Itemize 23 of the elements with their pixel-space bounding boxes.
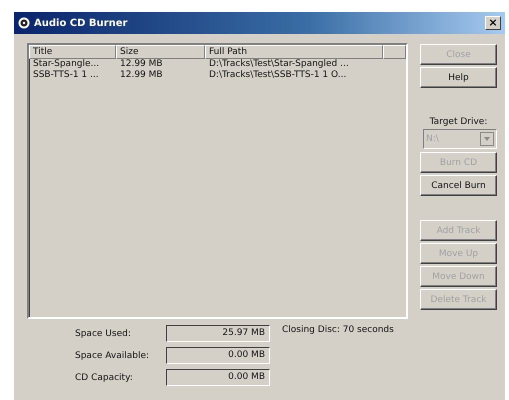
dialog-button[interactable]: Cancel Burn bbox=[420, 175, 497, 196]
target-drive-label: Target Drive: bbox=[428, 117, 488, 127]
column-header[interactable]: Full Path bbox=[205, 45, 383, 59]
table-cell-text: Star-Spangle... bbox=[32, 59, 100, 70]
table-cell-text: D:\Tracks\Test\SSB-TTS-1 1 O... bbox=[208, 70, 348, 81]
stat-label: Space Used: bbox=[75, 328, 132, 338]
closing-disc-text: Closing Disc: 70 seconds bbox=[282, 325, 394, 335]
table-cell-text: SSB-TTS-1 1 ... bbox=[32, 70, 100, 81]
stat-field: 0.00 MB bbox=[166, 347, 270, 364]
dialog-button[interactable]: Help bbox=[420, 67, 497, 88]
close-button[interactable]: × bbox=[485, 16, 501, 30]
window-title: Audio CD Burner bbox=[34, 18, 128, 28]
table-cell-text: 12.99 MB bbox=[119, 59, 164, 70]
disc-icon bbox=[18, 17, 30, 29]
stat-field: 25.97 MB bbox=[166, 325, 270, 342]
column-header[interactable]: Title bbox=[29, 45, 116, 59]
stat-field: 0.00 MB bbox=[166, 369, 270, 386]
stat-label: CD Capacity: bbox=[75, 372, 134, 382]
table-cell-text: 12.99 MB bbox=[119, 70, 164, 81]
column-header[interactable]: Size bbox=[116, 45, 205, 59]
stat-label: Space Available: bbox=[75, 350, 150, 360]
table-cell-text: D:\Tracks\Test\Star-Spangled ... bbox=[208, 59, 350, 70]
empty-column-header bbox=[383, 45, 406, 59]
